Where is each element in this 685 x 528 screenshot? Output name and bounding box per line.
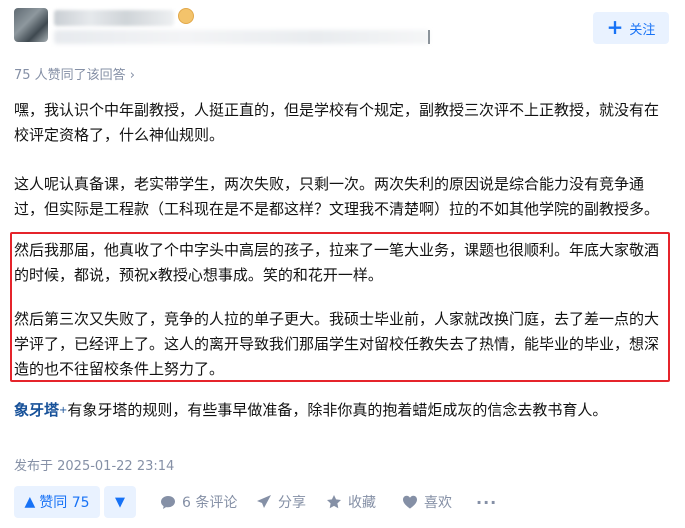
heart-icon [403, 495, 417, 509]
favorite-button[interactable]: 收藏 [326, 486, 376, 518]
answer-header: + 关注 [0, 0, 685, 58]
more-button[interactable]: ··· [476, 486, 497, 518]
bio-edge [428, 30, 430, 44]
comments-label: 6 条评论 [182, 495, 238, 511]
publish-time[interactable]: 发布于 2025-01-22 23:14 [14, 455, 174, 474]
share-button[interactable]: 分享 [256, 486, 306, 518]
more-icon: ··· [476, 492, 498, 512]
answer-paragraph-1: 嘿，我认识个中年副教授，人挺正直的，但是学校有个规定，副教授三次评不上正教授，就… [14, 101, 660, 144]
star-icon [327, 495, 341, 509]
share-icon [257, 495, 271, 508]
like-label: 喜欢 [424, 495, 452, 511]
avatar[interactable] [14, 8, 48, 42]
comments-button[interactable]: 6 条评论 [160, 486, 237, 518]
favorite-label: 收藏 [348, 495, 376, 511]
triangle-down-icon: ▼ [115, 494, 125, 510]
share-label: 分享 [278, 495, 306, 511]
like-button[interactable]: 喜欢 [402, 486, 452, 518]
upvote-button[interactable]: ▲ 赞同 75 [14, 486, 100, 518]
upvote-label: 赞同 75 [39, 495, 90, 511]
follow-button[interactable]: + 关注 [593, 12, 669, 44]
author-name-blurred[interactable] [54, 10, 174, 26]
badge-icon [178, 8, 194, 24]
author-bio-blurred [54, 30, 430, 44]
signature-text: 有象牙塔的规则，有些事早做准备，除非你真的抱着蜡炬成灰的信念去教书育人。 [67, 401, 608, 419]
triangle-up-icon: ▲ [24, 494, 36, 510]
signature-link[interactable]: 象牙塔 [14, 401, 59, 419]
plus-icon: + [606, 15, 624, 39]
answer-paragraph-3: 然后我那届，他真收了个中字头中高层的孩子，拉来了一笔大业务，课题也很顺利。年底大… [14, 241, 660, 284]
comment-icon [161, 496, 175, 509]
answer-paragraph-2: 这人呢认真备课，老实带学生，两次失败，只剩一次。两次失利的原因说是综合能力没有竞… [14, 175, 660, 218]
answer-paragraph-4: 然后第三次又失败了，竞争的人拉的单子更大。我硕士毕业前，人家就改换门庭，去了差一… [14, 310, 660, 378]
answer-signature: 象牙塔+有象牙塔的规则，有些事早做准备，除非你真的抱着蜡炬成灰的信念去教书育人。 [14, 398, 669, 423]
downvote-button[interactable]: ▼ [104, 486, 136, 518]
action-bar: ▲ 赞同 75 ▼ 6 条评论 分享 收藏 喜欢 ··· [14, 486, 674, 518]
likes-summary-link[interactable]: 75 人赞同了该回答 › [14, 64, 135, 83]
follow-label: 关注 [629, 22, 656, 38]
